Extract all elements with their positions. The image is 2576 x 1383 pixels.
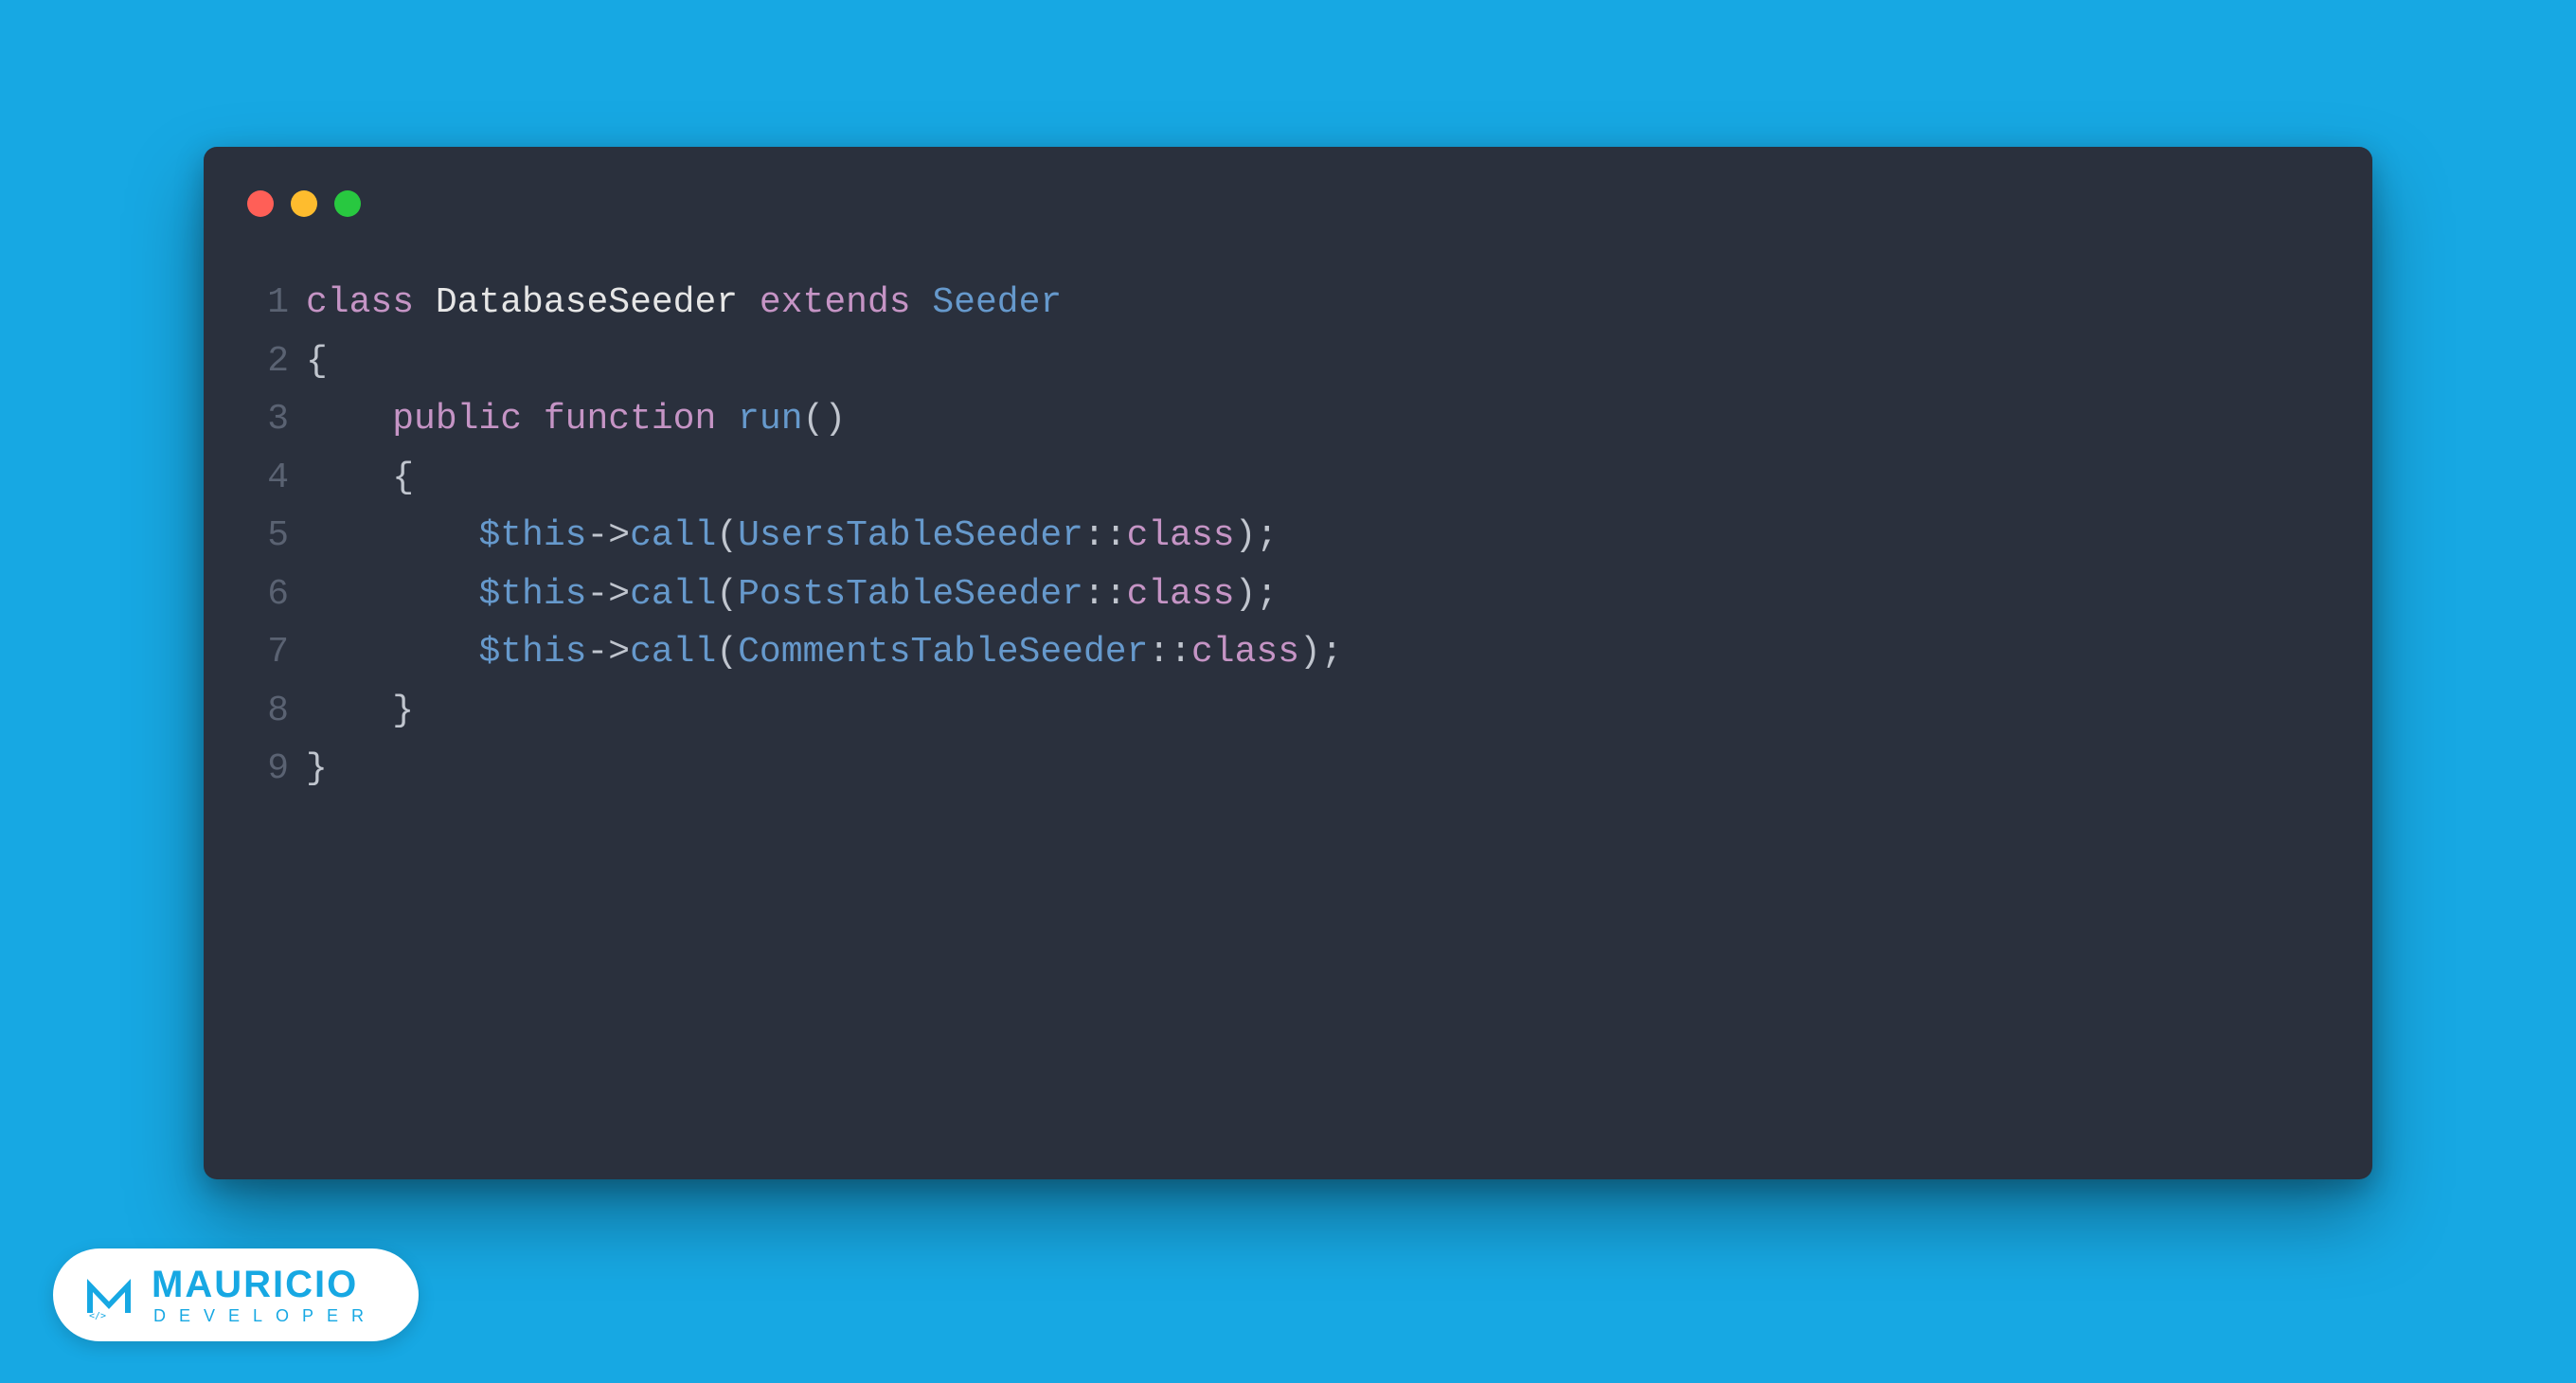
window-traffic-lights xyxy=(204,177,2372,217)
line-content: $this->call(PostsTableSeeder::class); xyxy=(306,566,1278,624)
line-number: 1 xyxy=(260,274,306,332)
line-number: 4 xyxy=(260,449,306,508)
line-content: { xyxy=(306,449,414,508)
code-token: -> xyxy=(586,632,630,673)
code-token: -> xyxy=(586,574,630,615)
logo-subtitle: DEVELOPER xyxy=(152,1307,377,1324)
code-token: run xyxy=(738,399,802,440)
minimize-icon[interactable] xyxy=(291,190,317,217)
code-token xyxy=(716,399,738,440)
code-token: PostsTableSeeder xyxy=(738,574,1083,615)
code-token: class xyxy=(1191,632,1299,673)
code-token xyxy=(306,632,478,673)
code-token xyxy=(306,399,392,440)
code-line: 1class DatabaseSeeder extends Seeder xyxy=(260,274,2316,332)
code-token: function xyxy=(544,399,716,440)
code-token: class xyxy=(1127,515,1235,556)
code-token: :: xyxy=(1148,632,1191,673)
code-line: 9} xyxy=(260,740,2316,799)
code-token: -> xyxy=(586,515,630,556)
code-token: class xyxy=(1127,574,1235,615)
line-content: $this->call(CommentsTableSeeder::class); xyxy=(306,623,1343,682)
logo-text: MAURICIO DEVELOPER xyxy=(152,1266,377,1324)
code-line: 2{ xyxy=(260,332,2316,391)
code-token xyxy=(911,282,933,323)
code-token: ( xyxy=(716,574,738,615)
code-token: $this xyxy=(478,574,586,615)
code-token: $this xyxy=(478,632,586,673)
line-number: 2 xyxy=(260,332,306,391)
line-number: 6 xyxy=(260,566,306,624)
code-token: ); xyxy=(1299,632,1343,673)
code-token xyxy=(306,515,478,556)
code-line: 8 } xyxy=(260,682,2316,741)
code-line: 5 $this->call(UsersTableSeeder::class); xyxy=(260,507,2316,566)
code-token: ( xyxy=(716,632,738,673)
code-line: 7 $this->call(CommentsTableSeeder::class… xyxy=(260,623,2316,682)
code-token: class xyxy=(306,282,414,323)
code-token: () xyxy=(803,399,847,440)
code-token: public xyxy=(392,399,522,440)
code-line: 6 $this->call(PostsTableSeeder::class); xyxy=(260,566,2316,624)
line-content: { xyxy=(306,332,328,391)
code-token: ); xyxy=(1235,515,1279,556)
brand-logo: </> MAURICIO DEVELOPER xyxy=(53,1248,419,1341)
code-token: :: xyxy=(1083,515,1127,556)
line-number: 5 xyxy=(260,507,306,566)
code-token: DatabaseSeeder xyxy=(436,282,738,323)
code-token xyxy=(738,282,760,323)
line-number: 3 xyxy=(260,390,306,449)
code-token: call xyxy=(630,632,716,673)
code-token: $this xyxy=(478,515,586,556)
code-token: { xyxy=(306,458,414,498)
code-token: { xyxy=(306,341,328,382)
code-token: } xyxy=(306,748,328,789)
code-line: 4 { xyxy=(260,449,2316,508)
code-token: call xyxy=(630,574,716,615)
code-window: 1class DatabaseSeeder extends Seeder2{3 … xyxy=(204,147,2372,1179)
code-token: UsersTableSeeder xyxy=(738,515,1083,556)
code-token xyxy=(306,574,478,615)
line-number: 7 xyxy=(260,623,306,682)
line-number: 8 xyxy=(260,682,306,741)
code-token xyxy=(522,399,544,440)
code-token: ( xyxy=(716,515,738,556)
line-content: $this->call(UsersTableSeeder::class); xyxy=(306,507,1278,566)
line-content: class DatabaseSeeder extends Seeder xyxy=(306,274,1062,332)
code-token: ); xyxy=(1235,574,1279,615)
code-token: :: xyxy=(1083,574,1127,615)
svg-text:</>: </> xyxy=(89,1311,106,1320)
line-number: 9 xyxy=(260,740,306,799)
line-content: } xyxy=(306,682,414,741)
code-token: CommentsTableSeeder xyxy=(738,632,1148,673)
logo-title: MAURICIO xyxy=(152,1266,377,1303)
close-icon[interactable] xyxy=(247,190,274,217)
code-token: } xyxy=(306,691,414,731)
logo-mark-icon: </> xyxy=(83,1269,134,1320)
line-content: } xyxy=(306,740,328,799)
code-line: 3 public function run() xyxy=(260,390,2316,449)
maximize-icon[interactable] xyxy=(334,190,361,217)
line-content: public function run() xyxy=(306,390,846,449)
code-token: call xyxy=(630,515,716,556)
code-token: extends xyxy=(760,282,911,323)
code-editor: 1class DatabaseSeeder extends Seeder2{3 … xyxy=(204,274,2372,799)
code-token: Seeder xyxy=(932,282,1062,323)
code-token xyxy=(414,282,436,323)
